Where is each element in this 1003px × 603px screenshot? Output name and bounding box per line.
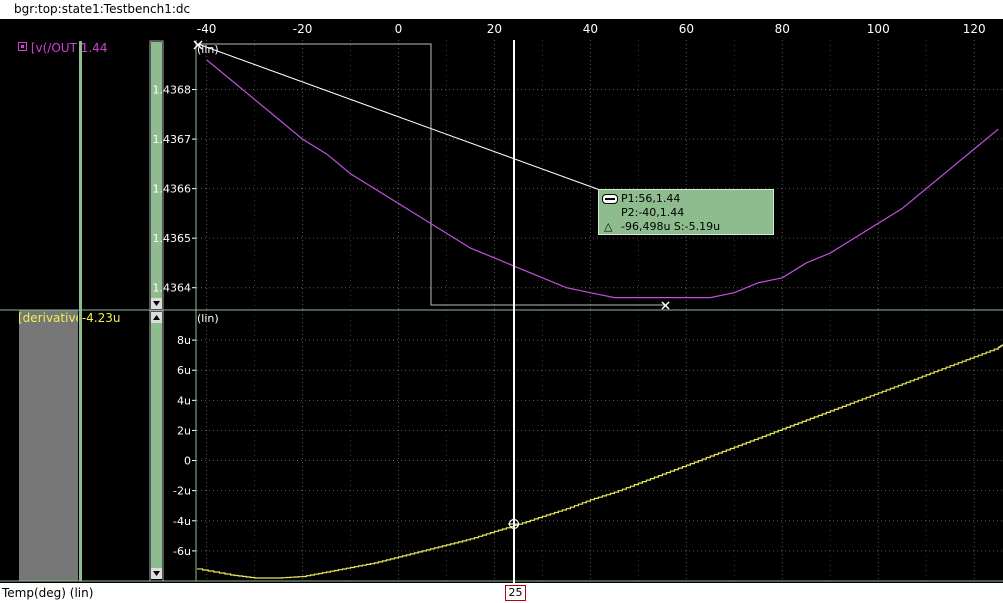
bottom-scale-label: (lin) <box>197 312 219 325</box>
top-trace-name: [v(/OUT <box>30 41 77 55</box>
bottom-trace-group <box>197 344 1003 579</box>
bottom-y-tick-labels: 8u 6u 4u 2u 0 -2u -4u -6u <box>173 334 196 558</box>
y-tick-label: 6u <box>177 364 191 377</box>
readout-p1: P1:56,1.44 <box>621 192 681 205</box>
waveform-chart[interactable]: -40 -20 0 20 40 60 80 100 120 -40 -20 0 20 40 60 80 100… <box>0 0 1003 603</box>
x-tick-label: 80 <box>775 22 790 36</box>
x-axis-label: Temp(deg) (lin) <box>2 586 94 600</box>
x-tick-label: 0 <box>395 22 403 36</box>
top-x-tick-labels: -40 -20 0 20 40 60 80 100 120 <box>197 22 986 36</box>
y-tick-label: 1.4365 <box>153 232 192 245</box>
series-line <box>206 59 999 299</box>
top-scale-label: (lin) <box>197 43 219 56</box>
y-tick-label: -6u <box>173 545 191 558</box>
x-tick-label: 100 <box>867 22 890 36</box>
bottom-trace-name: [derivative <box>18 311 78 325</box>
top-trace-value: 1.44 <box>80 41 108 55</box>
y-tick-label: 1.4367 <box>153 133 192 146</box>
x-tick-label: -40 <box>197 22 217 36</box>
delta-triangle-icon: △ <box>604 220 613 233</box>
bottom-scrollbar-thumb[interactable] <box>151 323 162 568</box>
readout-p2: P2:-40,1.44 <box>621 206 685 219</box>
zoom-box <box>196 43 665 306</box>
trace-color-icon <box>18 42 27 51</box>
x-tick-label: 20 <box>487 22 502 36</box>
top-scrollbar-thumb[interactable] <box>151 42 162 298</box>
x-tick-label: 120 <box>963 22 986 36</box>
y-tick-label: 0 <box>184 455 191 468</box>
bottom-grid <box>197 310 1003 581</box>
delta-readout-box[interactable]: P1:56,1.44 P2:-40,1.44 △ -96,498u S:-5.1… <box>598 189 774 235</box>
readout-delta: -96,498u S:-5.19u <box>621 220 721 233</box>
bottom-trace-legend[interactable]: [derivative -4.23u <box>18 311 120 325</box>
top-trace-legend[interactable]: [v(/OUT 1.44 <box>18 41 107 55</box>
x-tick-label: 40 <box>583 22 598 36</box>
y-tick-label: -4u <box>173 515 191 528</box>
y-tick-label: -2u <box>173 485 191 498</box>
series-line <box>197 344 1003 579</box>
bottom-legend-panel <box>19 310 78 581</box>
y-tick-label: 1.4364 <box>153 282 192 295</box>
y-tick-label: 2u <box>177 424 191 437</box>
y-tick-label: 8u <box>177 334 191 347</box>
delta-line-icon <box>602 194 618 204</box>
bottom-trace-value: -4.23u <box>81 311 121 325</box>
y-tick-label: 1.4368 <box>153 84 192 97</box>
y-tick-label: 4u <box>177 394 191 407</box>
top-grid <box>197 40 1003 310</box>
top-trace-group <box>206 59 999 299</box>
x-axis-bar: Temp(deg) (lin) <box>0 583 1003 603</box>
x-tick-label: -20 <box>293 22 313 36</box>
cursor-value-badge[interactable]: 25 <box>505 585 526 601</box>
y-tick-label: 1.4366 <box>153 183 192 196</box>
x-tick-label: 60 <box>679 22 694 36</box>
